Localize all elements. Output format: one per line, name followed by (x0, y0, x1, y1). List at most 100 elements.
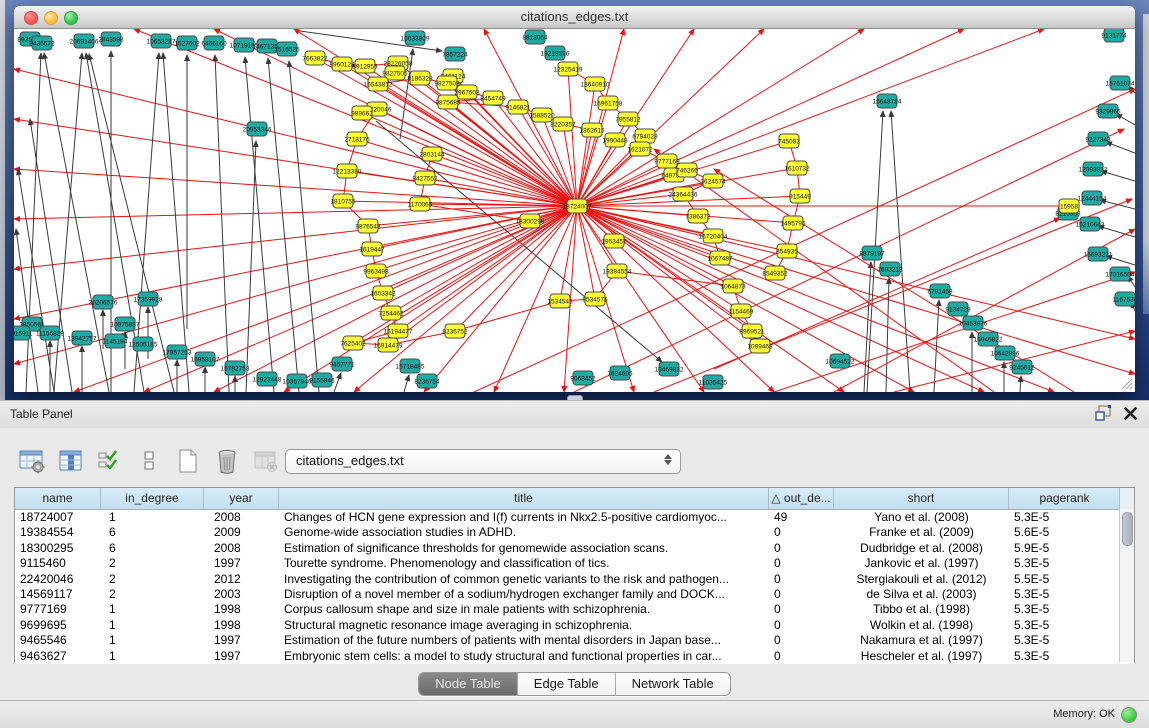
column-header-year[interactable]: year (204, 488, 279, 509)
column-header-short[interactable]: short (834, 488, 1009, 509)
table-row[interactable]: 977716911998Corpus callosum shape and si… (15, 602, 1134, 617)
graph-node[interactable]: 1362615 (579, 123, 605, 137)
table-row[interactable]: 2242004622012Investigating the contribut… (15, 572, 1134, 587)
graph-node[interactable]: 9534575 (582, 292, 608, 306)
graph-node[interactable]: 1953457 (601, 234, 627, 248)
graph-node[interactable]: 7625402 (340, 336, 366, 350)
graph-node[interactable]: 8879197 (859, 246, 885, 260)
graph-node[interactable]: 11035425 (699, 375, 728, 389)
show-columns-button[interactable] (57, 447, 85, 475)
table-vertical-scrollbar[interactable] (1119, 509, 1134, 662)
graph-node[interactable]: 17359928 (134, 292, 163, 306)
graph-node[interactable]: 8813054 (522, 30, 548, 44)
column-header-title[interactable]: title (279, 488, 769, 509)
graph-node[interactable]: 1621072 (627, 142, 653, 156)
graph-node[interactable]: 16958107 (191, 352, 220, 366)
graph-node[interactable]: 1170065 (408, 197, 433, 211)
graph-node[interactable]: 19218506 (541, 46, 570, 60)
graph-node[interactable]: 1588520 (529, 108, 555, 122)
graph-node[interactable]: 9155846 (309, 373, 335, 387)
graph-node[interactable]: 16914479 (374, 338, 403, 352)
graph-node[interactable]: 9963498 (363, 264, 389, 278)
tab-network-table[interactable]: Network Table (616, 673, 730, 695)
table-row[interactable]: 946554611997Estimation of the future num… (15, 633, 1134, 648)
graph-node[interactable]: 9435572 (29, 36, 55, 50)
graph-node[interactable]: 1619447 (359, 242, 385, 256)
graph-node[interactable]: 8220357 (550, 117, 576, 131)
graph-node[interactable]: 1099468 (747, 339, 773, 353)
graph-node[interactable]: 8912955 (352, 59, 378, 73)
rows-button[interactable] (135, 447, 163, 475)
float-panel-icon[interactable] (1095, 405, 1112, 421)
graph-node[interactable]: 9875685 (435, 95, 461, 109)
graph-node[interactable]: 10642896 (991, 346, 1020, 360)
graph-node[interactable]: 8427552 (412, 171, 438, 185)
graph-node[interactable]: 20953346 (243, 122, 272, 136)
graph-node[interactable]: 17016504 (1106, 267, 1135, 281)
graph-node[interactable]: 7663822 (302, 51, 328, 65)
table-row[interactable]: 1872400712008Changes of HCN gene express… (15, 510, 1134, 525)
close-panel-icon[interactable] (1124, 407, 1137, 420)
graph-node[interactable]: 1064873 (720, 279, 746, 293)
column-header-out-de[interactable]: △ out_de... (769, 488, 834, 509)
graph-node[interactable]: 9068452 (570, 371, 596, 385)
graph-node[interactable]: 2843598 (98, 32, 124, 46)
table-row[interactable]: 1456911722003Disruption of a novel membe… (15, 587, 1134, 602)
graph-node[interactable]: 10694522 (826, 354, 855, 368)
graph-node[interactable]: 20206576 (89, 295, 118, 309)
graph-node[interactable]: 8236752 (442, 324, 468, 338)
graph-node[interactable]: 1610732 (784, 161, 810, 175)
graph-node[interactable]: 8969521 (739, 324, 765, 338)
graph-node[interactable]: 1067487 (707, 251, 733, 265)
graph-node[interactable]: 8549352 (762, 266, 788, 280)
graph-node[interactable]: 7254462 (378, 306, 404, 320)
graph-node[interactable]: 989662 (351, 106, 373, 120)
graph-node[interactable]: 12444154 (1078, 191, 1107, 205)
table-row[interactable]: 946362711997Embryonic stem cells: a mode… (15, 649, 1134, 664)
table-row[interactable]: 969969511998Structural magnetic resonanc… (15, 618, 1134, 633)
scrollbar-thumb[interactable] (1122, 512, 1133, 546)
graph-node[interactable]: 10469832 (655, 362, 684, 376)
graph-node[interactable]: 1167534 (1113, 292, 1135, 306)
graph-node[interactable]: 7955812 (615, 112, 641, 126)
graph-node[interactable]: 1527602 (174, 36, 200, 50)
graph-node[interactable]: 1495795 (780, 216, 806, 230)
graph-node[interactable]: 16033809 (401, 31, 430, 45)
table-row[interactable]: 1938455462009Genome-wide association stu… (15, 525, 1134, 540)
graph-node[interactable]: 19384554 (603, 264, 632, 278)
graph-node[interactable]: 15693231 (1084, 247, 1113, 261)
create-column-button[interactable] (174, 447, 202, 475)
graph-node[interactable]: 9146821 (505, 100, 531, 114)
column-header-in-degree[interactable]: in_degree (101, 488, 204, 509)
graph-node[interactable]: 9131774 (1101, 29, 1127, 42)
graph-node[interactable]: 20691406 (70, 34, 99, 48)
graph-node[interactable]: 12325419 (554, 62, 583, 76)
graph-node[interactable]: 16782753 (221, 361, 250, 375)
graph-node[interactable]: 6466160 (201, 36, 227, 50)
network-table-select[interactable]: citations_edges.txt (285, 449, 681, 474)
column-header-pagerank[interactable]: pagerank (1009, 488, 1121, 509)
graph-node[interactable]: 8454749 (480, 91, 506, 105)
graph-node[interactable]: 17957253 (163, 345, 192, 359)
graph-node[interactable]: 12505185 (129, 337, 158, 351)
network-canvas[interactable]: 8935573943557220691406284359810653287152… (14, 29, 1135, 392)
graph-node[interactable]: 7624605 (607, 366, 633, 380)
graph-node[interactable]: 7857224 (442, 47, 468, 61)
graph-node[interactable]: 9329966 (1095, 104, 1121, 118)
graph-node[interactable]: 1534545 (547, 294, 573, 308)
graph-node[interactable]: 9227343 (1085, 132, 1111, 146)
graph-node[interactable]: 15718485 (396, 359, 425, 373)
graph-node[interactable]: 7693218 (877, 262, 903, 276)
graph-node[interactable]: 9876543 (355, 219, 381, 233)
graph-node[interactable]: 3624574 (700, 174, 726, 188)
graph-node[interactable]: 9457771 (329, 357, 355, 371)
graph-node[interactable]: 1810755 (330, 194, 356, 208)
graph-node[interactable]: 10975887 (111, 317, 140, 331)
graph-node[interactable]: 9827508 (434, 76, 460, 90)
graph-node[interactable]: 1603342 (370, 286, 396, 300)
table-options-button[interactable] (18, 447, 46, 475)
graph-node[interactable]: 1145194 (103, 334, 128, 348)
graph-node[interactable]: 12923448 (253, 372, 282, 386)
graph-node[interactable]: 2803144 (419, 147, 445, 161)
graph-node[interactable]: 13640910 (581, 77, 610, 91)
